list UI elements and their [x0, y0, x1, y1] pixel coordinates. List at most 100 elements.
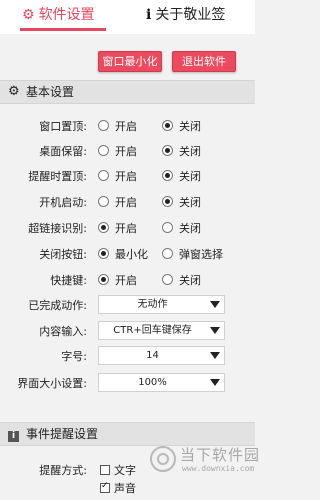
gear-icon: ⚙ [22, 7, 35, 23]
dropdown-arrow-icon [210, 301, 220, 308]
radio-label: 弹窗选择 [179, 248, 223, 261]
setting-row-desktop-keep: 桌面保留: 开启 关闭 [0, 140, 255, 160]
watermark-text: 当下软件园 [180, 446, 261, 464]
checkbox-icon [100, 465, 110, 475]
select-value: 100% [138, 377, 167, 388]
checkbox-text-reminder[interactable]: 文字 [100, 462, 136, 478]
tab-software-settings[interactable]: ⚙ 软件设置 [22, 4, 95, 26]
radio-icon [98, 222, 109, 233]
tab-about[interactable]: i 关于敬业签 [146, 4, 225, 26]
setting-label: 字号: [61, 350, 87, 363]
radio-label: 开启 [115, 120, 137, 133]
radio-label: 关闭 [179, 145, 201, 158]
event-reminder-header: i 事件提醒设置 [0, 422, 255, 446]
radio-label: 开启 [115, 274, 137, 287]
radio-icon [162, 274, 173, 285]
dropdown-arrow-icon [210, 327, 220, 334]
setting-row-autostart: 开机启动: 开启 关闭 [0, 191, 255, 211]
setting-label: 开机启动: [39, 196, 87, 209]
setting-row-remind-top: 提醒时置顶: 开启 关闭 [0, 165, 255, 185]
setting-label: 超链接识别: [28, 222, 87, 235]
content-input-select[interactable]: CTR+回车键保存 [98, 321, 225, 340]
radio-icon [98, 248, 109, 259]
setting-row-hotkey: 快捷键: 开启 关闭 [0, 269, 255, 289]
radio-hotkey-off[interactable]: 关闭 [162, 272, 201, 288]
completed-action-select[interactable]: 无动作 [98, 295, 225, 314]
checkbox-sound-reminder[interactable]: 声音 [100, 480, 136, 496]
radio-hotkey-on[interactable]: 开启 [98, 272, 137, 288]
radio-autostart-on[interactable]: 开启 [98, 194, 137, 210]
radio-icon [98, 196, 109, 207]
radio-icon [162, 120, 173, 131]
info-icon: i [8, 423, 19, 445]
setting-label: 快捷键: [50, 274, 87, 287]
radio-label: 关闭 [179, 120, 201, 133]
setting-label: 内容输入: [39, 325, 87, 338]
radio-icon [162, 222, 173, 233]
event-reminder-title: 事件提醒设置 [26, 427, 99, 441]
select-value: 无动作 [137, 299, 168, 310]
radio-label: 开启 [115, 222, 137, 235]
info-icon: i [146, 7, 152, 23]
radio-window-top-off[interactable]: 关闭 [162, 118, 201, 134]
checkbox-label: 声音 [114, 482, 136, 495]
checkbox-icon [100, 481, 110, 493]
setting-row-window-top: 窗口置顶: 开启 关闭 [0, 115, 255, 135]
setting-label: 界面大小设置: [17, 377, 87, 390]
radio-remind-top-on[interactable]: 开启 [98, 168, 137, 184]
setting-row-font-size: 字号: 14 [0, 345, 255, 365]
font-size-select[interactable]: 14 [98, 346, 225, 365]
setting-label: 窗口置顶: [39, 120, 87, 133]
setting-label: 提醒方式: [39, 464, 87, 477]
radio-label: 开启 [115, 196, 137, 209]
gear-icon: ⚙ [8, 84, 20, 99]
dropdown-arrow-icon [210, 352, 220, 359]
radio-icon [98, 120, 109, 131]
active-tab-indicator [20, 28, 106, 31]
radio-desktop-keep-off[interactable]: 关闭 [162, 143, 201, 159]
radio-label: 最小化 [115, 248, 148, 261]
radio-label: 关闭 [179, 274, 201, 287]
setting-label: 桌面保留: [39, 145, 87, 158]
radio-window-top-on[interactable]: 开启 [98, 118, 137, 134]
tab-software-settings-label: 软件设置 [38, 7, 95, 23]
radio-autostart-off[interactable]: 关闭 [162, 194, 201, 210]
radio-icon [162, 170, 173, 181]
radio-label: 关闭 [179, 170, 201, 183]
radio-hyperlink-on[interactable]: 开启 [98, 220, 137, 236]
radio-remind-top-off[interactable]: 关闭 [162, 168, 201, 184]
radio-close-minimize[interactable]: 最小化 [98, 246, 148, 262]
ui-size-select[interactable]: 100% [98, 373, 225, 392]
checkbox-label: 文字 [114, 464, 136, 477]
minimize-window-button[interactable]: 窗口最小化 [98, 51, 162, 72]
radio-icon [162, 248, 173, 259]
logo-icon [150, 446, 176, 472]
watermark-url: www.downxia.com [182, 464, 255, 473]
radio-label: 关闭 [179, 196, 201, 209]
setting-row-completed-action: 已完成动作: 无动作 [0, 294, 255, 314]
radio-icon [98, 170, 109, 181]
setting-label: 提醒时置顶: [28, 170, 87, 183]
radio-icon [98, 274, 109, 285]
select-value: CTR+回车键保存 [113, 325, 192, 336]
radio-close-popup[interactable]: 弹窗选择 [162, 246, 223, 262]
setting-label: 关闭按钮: [39, 248, 87, 261]
setting-row-hyperlink: 超链接识别: 开启 关闭 [0, 217, 255, 237]
setting-row-content-input: 内容输入: CTR+回车键保存 [0, 320, 255, 340]
radio-label: 关闭 [179, 222, 201, 235]
setting-label: 已完成动作: [28, 299, 87, 312]
exit-software-button[interactable]: 退出软件 [172, 51, 236, 72]
tab-about-label: 关于敬业签 [155, 7, 226, 23]
select-value: 14 [146, 350, 159, 361]
radio-desktop-keep-on[interactable]: 开启 [98, 143, 137, 159]
tab-bar: ⚙ 软件设置 i 关于敬业签 [0, 0, 255, 34]
radio-icon [162, 145, 173, 156]
basic-settings-title: 基本设置 [26, 85, 75, 99]
radio-hyperlink-off[interactable]: 关闭 [162, 220, 201, 236]
setting-row-close-button: 关闭按钮: 最小化 弹窗选择 [0, 243, 255, 263]
setting-row-ui-size: 界面大小设置: 100% [0, 372, 255, 392]
radio-label: 开启 [115, 145, 137, 158]
setting-row-remind-sound: 声音 [0, 477, 255, 497]
dropdown-arrow-icon [210, 379, 220, 386]
radio-icon [162, 196, 173, 207]
